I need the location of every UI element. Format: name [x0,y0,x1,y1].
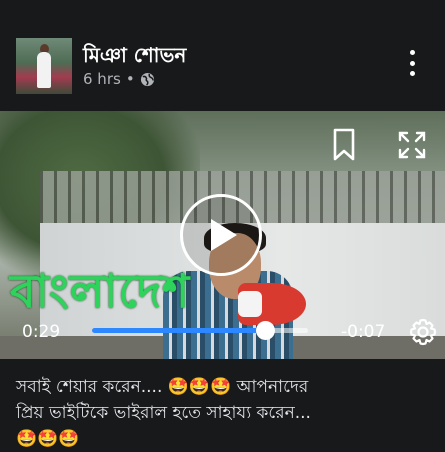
post-header: মিঞা শোভন 6 hrs • [0,0,445,110]
post-caption-line: 🤩🤩🤩 [16,429,80,449]
play-icon [211,219,237,251]
meta-separator: • [125,70,135,88]
time-remaining: -0:07 [341,322,386,342]
avatar-figure [37,52,51,88]
post-caption-line: প্রিয় ভাইটিকে ভাইরাল হতে সাহায্য করেন..… [16,403,311,423]
post-meta: 6 hrs • [83,70,155,88]
seek-bar-progress [92,328,265,333]
video-overlay-caption: বাংলাদেশ [10,264,191,318]
time-elapsed: 0:29 [22,322,61,342]
globe-icon [140,72,154,86]
settings-gear-icon[interactable] [409,318,437,346]
megaphone-handle [238,291,262,317]
more-vertical-icon[interactable] [402,48,422,78]
fullscreen-icon[interactable] [398,131,426,159]
post-caption-line: সবাই শেয়ার করেন.... 🤩🤩🤩 আপনাদের [16,377,309,397]
post-caption: সবাই শেয়ার করেন.... 🤩🤩🤩 আপনাদের প্রিয় … [16,374,436,452]
seek-bar[interactable] [92,321,308,340]
play-button[interactable] [180,194,262,276]
avatar[interactable] [16,38,72,94]
bookmark-icon[interactable] [333,128,355,162]
post-timestamp[interactable]: 6 hrs [83,70,121,88]
seek-bar-thumb[interactable] [255,321,275,340]
